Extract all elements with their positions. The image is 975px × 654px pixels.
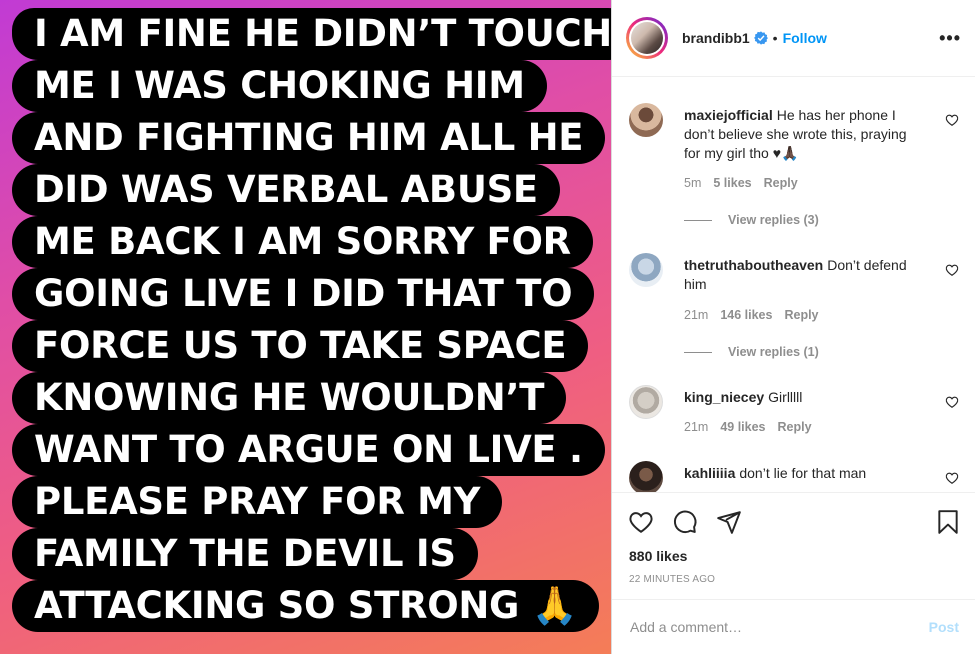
view-replies-label: View replies (1) (728, 345, 819, 359)
comment-time: 5m (684, 176, 702, 190)
avatar-image (631, 22, 663, 54)
comment-likes[interactable]: 5 likes (713, 176, 751, 190)
heart-icon[interactable] (628, 509, 654, 535)
reply-button[interactable]: Reply (784, 308, 818, 322)
view-replies-label: View replies (3) (728, 213, 819, 227)
view-replies-button[interactable]: View replies (3) (684, 213, 819, 227)
comment-meta: 21m 49 likes Reply (684, 420, 812, 434)
reply-button[interactable]: Reply (764, 176, 798, 190)
instagram-post: I AM FINE HE DIDN’T TOUCH ME I WAS CHOKI… (0, 0, 975, 654)
story-line: KNOWING HE WOULDN’T (12, 372, 567, 424)
comment-item: king_niecey Girlllll 21m 49 likes Reply (629, 385, 959, 445)
comment-username[interactable]: kahliiiia (684, 465, 735, 481)
story-line: GOING LIVE I DID THAT TO (12, 268, 595, 320)
post-header: brandibb1 • Follow ••• (612, 0, 975, 77)
separator-dot: • (772, 30, 778, 46)
post-comment-button[interactable]: Post (929, 619, 959, 635)
comment-heart-icon[interactable] (945, 471, 959, 485)
commenter-avatar[interactable] (629, 461, 663, 492)
comment-item: thetruthaboutheaven Don’t defend him 21m … (629, 253, 959, 365)
story-line: FORCE US TO TAKE SPACE (12, 320, 589, 372)
comment-input[interactable] (628, 618, 929, 636)
follow-button[interactable]: Follow (783, 30, 827, 46)
comment-username[interactable]: king_niecey (684, 389, 764, 405)
comment-text: Girlllll (768, 389, 803, 405)
comment-meta: 21m 146 likes Reply (684, 308, 819, 322)
post-timestamp[interactable]: 22 MINUTES AGO (629, 574, 715, 585)
comment-text: don’t lie for that man (739, 465, 867, 481)
commenter-avatar[interactable] (629, 385, 663, 419)
commenter-avatar[interactable] (629, 253, 663, 287)
comment-heart-icon[interactable] (945, 113, 959, 127)
comment-likes[interactable]: 146 likes (720, 308, 772, 322)
verified-badge-icon (753, 31, 768, 45)
more-options-icon[interactable]: ••• (939, 28, 961, 49)
comment-heart-icon[interactable] (945, 395, 959, 409)
comment-username[interactable]: thetruthaboutheaven (684, 257, 823, 273)
replies-divider (684, 351, 712, 353)
comment-likes[interactable]: 49 likes (720, 420, 765, 434)
profile-avatar[interactable] (626, 17, 668, 59)
post-image[interactable]: I AM FINE HE DIDN’T TOUCH ME I WAS CHOKI… (0, 0, 611, 654)
comment-time: 21m (684, 420, 709, 434)
reply-button[interactable]: Reply (778, 420, 812, 434)
comment-body: kahliiiia don’t lie for that man (684, 464, 919, 483)
story-line: AND FIGHTING HIM ALL HE (12, 112, 606, 164)
share-icon[interactable] (716, 509, 742, 535)
commenter-avatar[interactable] (629, 103, 663, 137)
comment-body: thetruthaboutheaven Don’t defend him (684, 256, 919, 294)
comment-username[interactable]: maxiejofficial (684, 107, 773, 123)
story-line: DID WAS VERBAL ABUSE (12, 164, 560, 216)
story-line: ME BACK I AM SORRY FOR (12, 216, 593, 268)
story-line: ATTACKING SO STRONG 🙏 (12, 580, 600, 632)
replies-divider (684, 219, 712, 221)
story-line: PLEASE PRAY FOR MY (12, 476, 503, 528)
comment-item: maxiejofficial He has her phone I don’t b… (629, 103, 959, 233)
comment-body: king_niecey Girlllll (684, 388, 919, 407)
comments-list[interactable]: maxiejofficial He has her phone I don’t b… (612, 77, 975, 492)
comment-heart-icon[interactable] (945, 263, 959, 277)
bookmark-icon[interactable] (935, 509, 961, 535)
comment-icon[interactable] (672, 509, 698, 535)
action-icons-row (628, 509, 961, 537)
story-line: WANT TO ARGUE ON LIVE . (12, 424, 605, 476)
post-side-panel: brandibb1 • Follow ••• maxiejofficial He … (611, 0, 975, 654)
likes-count[interactable]: 880 likes (629, 548, 687, 564)
story-line: ME I WAS CHOKING HIM (12, 60, 547, 112)
story-text-block: I AM FINE HE DIDN’T TOUCH ME I WAS CHOKI… (12, 8, 611, 632)
story-line: I AM FINE HE DIDN’T TOUCH (12, 8, 611, 60)
comment-meta: 5m 5 likes Reply (684, 176, 798, 190)
add-comment-bar: Post (612, 599, 975, 654)
post-username[interactable]: brandibb1 (682, 30, 750, 46)
view-replies-button[interactable]: View replies (1) (684, 345, 819, 359)
post-actions: 880 likes 22 MINUTES AGO (612, 492, 975, 600)
comment-item: kahliiiia don’t lie for that man (629, 461, 959, 492)
comment-body: maxiejofficial He has her phone I don’t b… (684, 106, 919, 163)
story-line: FAMILY THE DEVIL IS (12, 528, 478, 580)
comment-time: 21m (684, 308, 709, 322)
